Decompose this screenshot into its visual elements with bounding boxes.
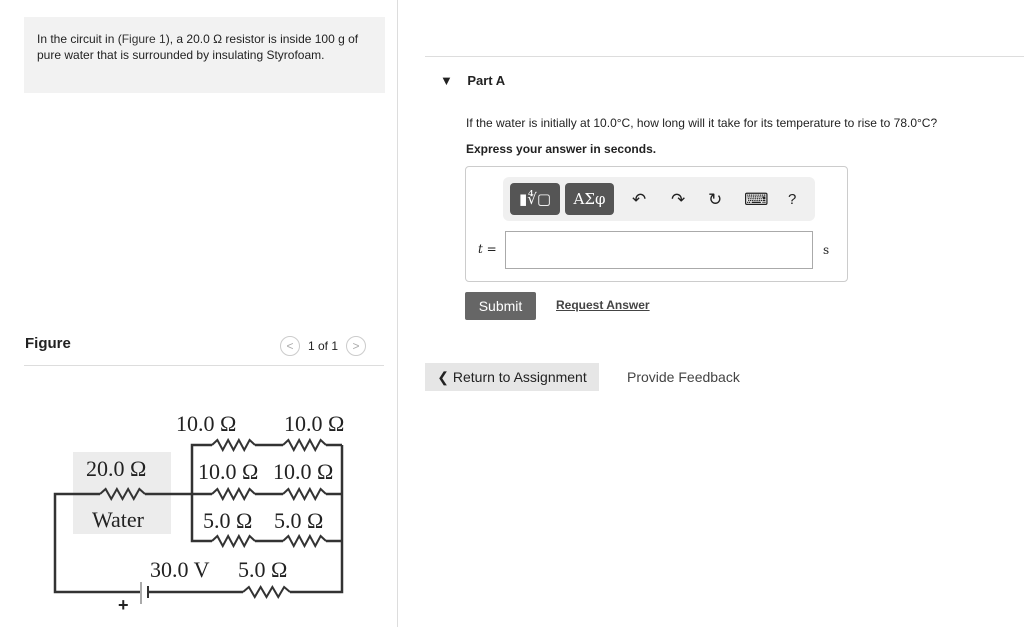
return-to-assignment-button[interactable]: ❮ Return to Assignment [425, 363, 599, 391]
resistor-label: 10.0 Ω [176, 411, 236, 436]
resistor-symbol [211, 486, 256, 502]
templates-button[interactable]: ▮∜▢ [510, 183, 560, 215]
request-answer-link[interactable]: Request Answer [556, 298, 650, 312]
resistor-label: 5.0 Ω [203, 508, 252, 533]
circuit-diagram: 10.0 Ω 10.0 Ω 10.0 Ω 10.0 Ω 5.0 Ω 5.0 Ω … [53, 411, 344, 615]
chevron-left-icon: ❮ [437, 368, 453, 385]
undo-icon[interactable]: ↶ [632, 190, 646, 210]
resistor-label: 20.0 Ω [86, 456, 146, 481]
resistor-label: 10.0 Ω [198, 459, 258, 484]
reset-icon[interactable]: ↻ [708, 190, 722, 210]
greek-symbols-button[interactable]: ΑΣφ [565, 183, 614, 215]
answer-input[interactable] [505, 231, 813, 269]
unit-label: s [823, 243, 830, 257]
provide-feedback-link[interactable]: Provide Feedback [627, 369, 740, 385]
resistor-label: 5.0 Ω [238, 557, 287, 582]
resistor-symbol [282, 533, 327, 549]
battery-label: 30.0 V [150, 557, 210, 582]
redo-icon[interactable]: ↷ [671, 190, 685, 210]
question-text: If the water is initially at 10.0°C, how… [466, 116, 938, 130]
resistor-symbol [282, 486, 327, 502]
water-label: Water [92, 507, 145, 532]
resistor-symbol [211, 437, 256, 453]
resistor-label: 5.0 Ω [274, 508, 323, 533]
part-a-header[interactable]: ▼ Part A [440, 73, 505, 88]
resistor-label: 10.0 Ω [273, 459, 333, 484]
collapse-triangle-icon[interactable]: ▼ [440, 73, 453, 88]
plus-terminal: + [118, 595, 129, 615]
keyboard-icon[interactable]: ⌨ [744, 190, 769, 210]
resistor-label: 10.0 Ω [284, 411, 344, 436]
resistor-symbol [282, 437, 327, 453]
submit-button[interactable]: Submit [465, 292, 536, 320]
divider [425, 56, 1024, 57]
instruction-text: Express your answer in seconds. [466, 142, 657, 156]
resistor-symbol [242, 585, 291, 599]
variable-label: t = [478, 242, 497, 256]
help-icon[interactable]: ? [788, 191, 796, 208]
resistor-symbol [211, 533, 256, 549]
